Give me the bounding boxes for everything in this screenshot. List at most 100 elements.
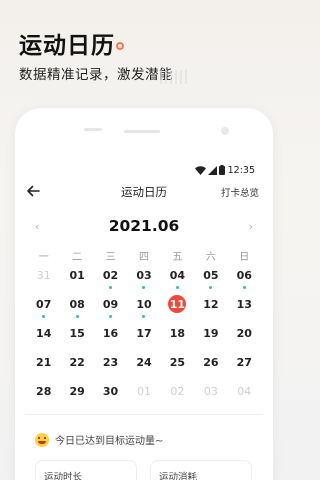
stat-card-calories[interactable]: 运动消耗: [150, 460, 252, 480]
calendar-day[interactable]: 13: [228, 295, 261, 324]
month-switcher: ‹ 2021.06 ›: [15, 217, 273, 237]
day-number: 17: [136, 326, 152, 340]
day-number: 05: [203, 268, 219, 282]
wifi-icon: [194, 165, 206, 175]
signal-icon: [207, 165, 217, 175]
calendar-day[interactable]: 08: [60, 295, 93, 324]
weekday-label: 六: [205, 252, 216, 263]
calendar-day[interactable]: 23: [94, 353, 127, 382]
calendar-day[interactable]: 02: [94, 266, 127, 295]
calendar-day[interactable]: 22: [60, 353, 93, 382]
phone-frame: 12:35 运动日历 打卡总览 ‹ 2021.06 › 一 二 三 四 五 六 日 31 01…: [15, 108, 273, 480]
calendar-day[interactable]: 20: [228, 324, 261, 353]
nav-bar: 运动日历 打卡总览: [15, 181, 273, 203]
day-number: 10: [136, 297, 152, 311]
calendar-day[interactable]: 26: [194, 353, 227, 382]
day-number: 20: [236, 326, 252, 340]
decorative-lines: [160, 70, 190, 84]
day-number: 19: [203, 326, 219, 340]
calendar-day[interactable]: 31: [27, 266, 60, 295]
calendar-day[interactable]: 24: [127, 353, 160, 382]
checkin-overview-link[interactable]: 打卡总览: [221, 185, 259, 199]
day-number: 26: [203, 355, 219, 369]
day-number: 21: [36, 355, 52, 369]
calendar-day[interactable]: 09: [94, 295, 127, 324]
calendar-day[interactable]: 21: [27, 353, 60, 382]
stat-card-label: 运动时长: [44, 472, 83, 480]
weekday-label: 二: [72, 252, 83, 263]
day-number: 08: [69, 297, 85, 311]
calendar-day[interactable]: 04: [228, 382, 261, 411]
calendar-day[interactable]: 01: [127, 382, 160, 411]
promo-dot-icon: [116, 42, 124, 50]
day-number: 28: [36, 384, 52, 398]
stat-card-label: 运动消耗: [159, 472, 198, 480]
day-number: 30: [102, 384, 119, 398]
calendar-day[interactable]: 10: [127, 295, 160, 324]
calendar-day[interactable]: 15: [60, 324, 93, 353]
activity-dot-icon: [142, 286, 146, 289]
activity-dot-icon: [109, 315, 113, 318]
calendar-day[interactable]: 16: [94, 324, 127, 353]
day-number: 14: [36, 326, 52, 340]
calendar-day[interactable]: 14: [27, 324, 60, 353]
calendar-day[interactable]: 19: [194, 324, 227, 353]
activity-dot-icon: [109, 286, 113, 289]
calendar-day[interactable]: 04: [161, 266, 194, 295]
speaker-grill: [124, 130, 160, 133]
calendar-day[interactable]: 05: [194, 266, 227, 295]
day-number: 12: [203, 297, 219, 311]
promo-title: 运动日历: [19, 33, 115, 59]
day-number: 04: [169, 268, 186, 282]
weekday-label: 五: [172, 252, 183, 263]
month-label: 2021.06: [108, 217, 180, 235]
day-number: 29: [69, 384, 85, 398]
battery-icon: [218, 165, 225, 175]
calendar-day[interactable]: 06: [228, 266, 261, 295]
calendar-day[interactable]: 12: [194, 295, 227, 324]
day-number: 01: [69, 268, 85, 282]
calendar-day[interactable]: 27: [228, 353, 261, 382]
goal-tip-text: 今日已达到目标运动量~: [55, 436, 164, 447]
calendar-day[interactable]: 03: [194, 382, 227, 411]
activity-dot-icon: [175, 286, 179, 289]
weekday-label: 日: [239, 252, 250, 263]
day-number: 09: [102, 297, 119, 311]
weekday-label: 一: [38, 252, 49, 263]
day-number: 02: [170, 384, 185, 398]
activity-dot-icon: [209, 286, 213, 289]
day-number: 13: [236, 297, 252, 311]
weekday-header: 一二三四五六日: [27, 248, 261, 266]
calendar-day[interactable]: 17: [127, 324, 160, 353]
next-month-chevron-icon[interactable]: ›: [249, 220, 253, 233]
activity-dot-icon: [42, 315, 46, 318]
calendar-day[interactable]: 28: [27, 382, 60, 411]
calendar-day-today[interactable]: 11: [161, 295, 194, 324]
day-grid: 31 01 02 03 04 05 06 07 08 09 10 11 12 13 14 15 16 17 18 19…: [27, 266, 261, 411]
status-time: 12:35: [227, 164, 255, 176]
day-number: 16: [102, 326, 119, 340]
stat-card-duration[interactable]: 运动时长: [35, 460, 137, 480]
calendar-day[interactable]: 29: [60, 382, 93, 411]
day-number: 06: [236, 268, 252, 282]
activity-dot-icon: [75, 315, 79, 318]
day-number: 18: [169, 326, 186, 340]
camera-icon: [221, 127, 229, 135]
calendar-day[interactable]: 02: [161, 382, 194, 411]
calendar-day[interactable]: 30: [94, 382, 127, 411]
calendar-day[interactable]: 03: [127, 266, 160, 295]
weekday-label: 三: [105, 252, 116, 263]
calendar-day[interactable]: 18: [161, 324, 194, 353]
calendar-day[interactable]: 01: [60, 266, 93, 295]
day-number: 31: [36, 268, 51, 282]
day-number: 22: [69, 355, 85, 369]
calendar-grid: 一 二 三 四 五 六 日 31 01 02 03 04 05 06 07 08 09 10 11 12 13 14 15…: [27, 248, 261, 411]
day-number: 25: [169, 355, 186, 369]
day-number: 04: [237, 384, 252, 398]
day-number: 03: [136, 268, 152, 282]
day-number: 24: [136, 355, 152, 369]
day-number: 01: [136, 384, 151, 398]
calendar-day[interactable]: 07: [27, 295, 60, 324]
day-number: 23: [102, 355, 119, 369]
calendar-day[interactable]: 25: [161, 353, 194, 382]
